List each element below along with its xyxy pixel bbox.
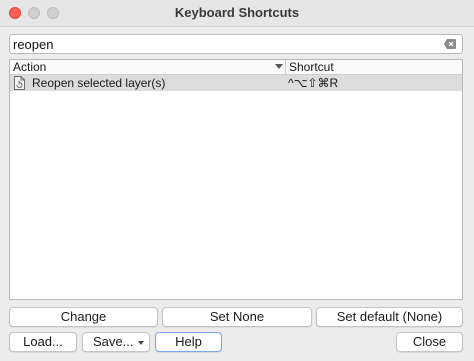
save-button-label: Save...	[93, 334, 134, 349]
help-button[interactable]: Help	[155, 332, 222, 352]
column-header-shortcut[interactable]: Shortcut	[286, 60, 459, 74]
row-action-label: Reopen selected layer(s)	[32, 76, 166, 90]
table-row[interactable]: Reopen selected layer(s) ^⌥⇧⌘R	[10, 75, 462, 91]
set-default-button[interactable]: Set default (None)	[316, 307, 463, 327]
change-button[interactable]: Change	[9, 307, 158, 327]
search-input[interactable]	[13, 36, 433, 52]
row-shortcut-label: ^⌥⇧⌘R	[288, 76, 339, 90]
close-button[interactable]: Close	[396, 332, 463, 352]
shortcuts-table[interactable]: Action Shortcut Reopen selected layer(s)…	[9, 59, 463, 300]
window-title: Keyboard Shortcuts	[174, 5, 300, 20]
save-menu-button[interactable]: Save...	[82, 332, 150, 352]
title-bar: Keyboard Shortcuts	[0, 0, 474, 27]
sort-descending-icon	[275, 64, 283, 69]
clear-text-icon[interactable]	[444, 39, 456, 49]
search-field[interactable]	[9, 34, 463, 54]
load-button[interactable]: Load...	[9, 332, 77, 352]
document-refresh-icon	[14, 76, 25, 90]
table-header: Action Shortcut	[10, 60, 462, 75]
column-header-action[interactable]: Action	[10, 60, 286, 74]
set-none-button[interactable]: Set None	[162, 307, 312, 327]
dropdown-arrow-icon	[138, 341, 144, 345]
